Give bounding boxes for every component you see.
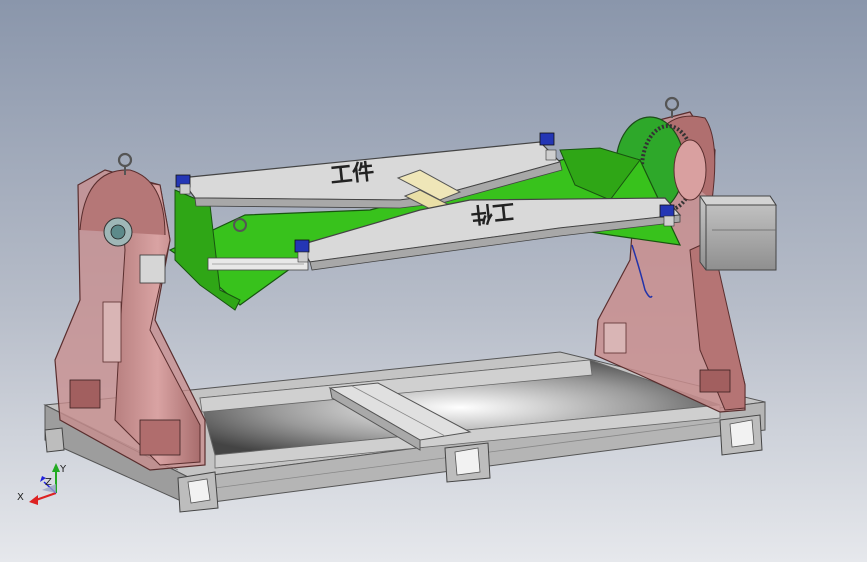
y-axis-label: Y: [59, 464, 67, 475]
positioner-assembly-drawing: 工件 工件 Y X Z: [0, 0, 867, 562]
cad-viewport[interactable]: 工件 工件 Y X Z: [0, 0, 867, 562]
upper-arm-label: 工件: [329, 160, 375, 189]
z-axis-label: Z: [45, 477, 52, 488]
x-axis-label: X: [17, 492, 24, 503]
lower-arm-label: 工件: [469, 197, 515, 226]
drive-motor-housing: [699, 195, 777, 271]
